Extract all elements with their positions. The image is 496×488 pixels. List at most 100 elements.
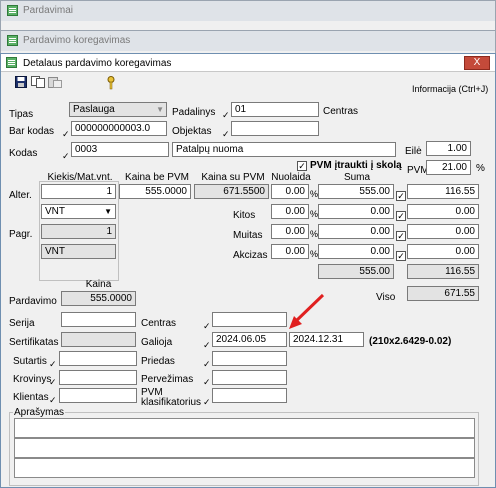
krovinys-label: Krovinys xyxy=(13,374,52,385)
alter-kaina-su-value: 671.5500 xyxy=(194,184,269,199)
muitas-pvm-checkbox[interactable]: ✓ xyxy=(396,231,406,241)
check-icon: ✓ xyxy=(203,359,211,369)
galioja-to-input[interactable]: 2024.12.31 xyxy=(289,332,364,347)
kitos-suma-input[interactable]: 0.00 xyxy=(318,204,394,219)
close-button[interactable]: X xyxy=(464,56,490,70)
pvm-itraukti-checkbox[interactable]: ✓ xyxy=(297,161,307,171)
check-icon: ✓ xyxy=(49,395,57,405)
total-suma-value: 555.00 xyxy=(318,264,394,279)
kitos-pvm-input[interactable]: 0.00 xyxy=(407,204,479,219)
pvm-klasifikatorius-input[interactable] xyxy=(212,388,287,403)
kitos-pvm-checkbox[interactable]: ✓ xyxy=(396,211,406,221)
klientas-input[interactable] xyxy=(59,388,137,403)
alter-kiekis-input[interactable]: 1 xyxy=(41,184,116,199)
header-nuolaida: Nuolaida xyxy=(271,172,311,183)
pvm-klasifikatorius-label-line2: klasifikatorius xyxy=(141,397,202,408)
percent-sign: % xyxy=(310,229,319,239)
window-app-icon xyxy=(6,57,17,68)
alter-nuolaida-input[interactable]: 0.00 xyxy=(271,184,309,199)
muitas-input[interactable]: 0.00 xyxy=(271,224,309,239)
copy-icon[interactable] xyxy=(31,76,45,88)
info-shortcut-label[interactable]: Informacija (Ctrl+J) xyxy=(412,84,488,94)
kodas-name-input[interactable]: Patalpų nuoma xyxy=(172,142,396,157)
alter-suma-input[interactable]: 555.00 xyxy=(318,184,394,199)
sutartis-label: Sutartis xyxy=(13,356,47,367)
akcizas-suma-input[interactable]: 0.00 xyxy=(318,244,394,259)
klientas-label: Klientas xyxy=(13,392,49,403)
aprasymas-line-2[interactable] xyxy=(14,438,475,458)
check-icon: ✓ xyxy=(203,397,211,407)
akcizas-pvm-checkbox[interactable]: ✓ xyxy=(396,251,406,261)
background-titlebar: Pardavimo koregavimas xyxy=(1,31,495,51)
pervezimas-label: Pervežimas xyxy=(141,374,194,385)
percent-sign: % xyxy=(310,249,319,259)
paste-icon[interactable] xyxy=(48,76,62,88)
header-suma: Suma xyxy=(343,172,371,183)
serija-input[interactable] xyxy=(61,312,136,327)
save-icon[interactable] xyxy=(15,76,27,88)
key-icon[interactable] xyxy=(107,76,115,90)
sertifikatas-input[interactable] xyxy=(61,332,136,347)
sutartis-input[interactable] xyxy=(59,351,137,366)
padalinys-input[interactable]: 01 xyxy=(231,102,319,117)
aprasymas-line-1[interactable] xyxy=(14,418,475,438)
eile-label: Eilė xyxy=(405,146,422,157)
check-icon: ✓ xyxy=(203,340,211,350)
aprasymas-label: Aprašymas xyxy=(13,407,66,418)
check-icon: ✓ xyxy=(203,377,211,387)
background-window-title: Pardavimai xyxy=(23,5,74,16)
padalinys-label: Padalinys xyxy=(172,107,216,118)
kodas-label: Kodas xyxy=(9,148,38,159)
tipas-value: Paslauga xyxy=(73,104,115,115)
check-icon: ✓ xyxy=(222,110,230,120)
centras-label: Centras xyxy=(141,318,177,329)
viso-label: Viso xyxy=(376,292,396,303)
eile-input[interactable]: 1.00 xyxy=(426,141,471,156)
chevron-down-icon: ▼ xyxy=(156,105,164,114)
akcizas-pvm-input[interactable]: 0.00 xyxy=(407,244,479,259)
dialog-title: Detalaus pardavimo koregavimas xyxy=(23,58,172,69)
aprasymas-line-3[interactable] xyxy=(14,458,475,478)
tipas-select[interactable]: Paslauga ▼ xyxy=(69,102,167,117)
kaina-header: Kaina xyxy=(85,279,112,290)
background-titlebar: Pardavimai xyxy=(1,1,495,21)
serija-label: Serija xyxy=(9,318,35,329)
pagr-kiekis-value: 1 xyxy=(41,224,116,239)
akcizas-label: Akcizas xyxy=(233,250,268,261)
background-window-title: Pardavimo koregavimas xyxy=(23,35,131,46)
priedas-input[interactable] xyxy=(212,351,287,366)
unit-select-value: VNT xyxy=(45,206,65,217)
sertifikatas-label: Sertifikatas xyxy=(9,337,59,348)
alter-pvm-input[interactable]: 116.55 xyxy=(407,184,479,199)
total-pvm-value: 116.55 xyxy=(407,264,479,279)
muitas-suma-input[interactable]: 0.00 xyxy=(318,224,394,239)
barkodas-label: Bar kodas xyxy=(9,126,55,137)
alter-kaina-be-input[interactable]: 555.0000 xyxy=(119,184,191,199)
alter-label: Alter. xyxy=(9,190,32,201)
unit-select[interactable]: VNT ▼ xyxy=(41,204,116,219)
pardavimo-label: Pardavimo xyxy=(9,296,57,307)
check-icon: ✓ xyxy=(203,321,211,331)
check-icon: ✓ xyxy=(62,129,70,139)
alter-pvm-checkbox[interactable]: ✓ xyxy=(396,191,406,201)
kodas-input[interactable]: 0003 xyxy=(71,142,169,157)
kitos-input[interactable]: 0.00 xyxy=(271,204,309,219)
objektas-input[interactable] xyxy=(231,121,319,136)
check-icon: ✓ xyxy=(49,377,57,387)
muitas-pvm-input[interactable]: 0.00 xyxy=(407,224,479,239)
krovinys-input[interactable] xyxy=(59,370,137,385)
galioja-from-input[interactable]: 2024.06.05 xyxy=(212,332,287,347)
muitas-label: Muitas xyxy=(233,230,263,241)
padalinys-name: Centras xyxy=(323,106,359,117)
galioja-label: Galioja xyxy=(141,337,173,348)
percent-sign: % xyxy=(310,189,319,199)
kitos-label: Kitos xyxy=(233,210,256,221)
header-kaina-su: Kaina su PVM xyxy=(201,172,265,183)
akcizas-input[interactable]: 0.00 xyxy=(271,244,309,259)
detail-dialog: Detalaus pardavimo koregavimas X Informa… xyxy=(0,53,496,488)
barkodas-input[interactable]: 000000000003.0 xyxy=(71,121,167,136)
centras-input[interactable] xyxy=(212,312,287,327)
percent-sign: % xyxy=(310,209,319,219)
pvm-input[interactable]: 21.00 xyxy=(426,160,471,175)
pervezimas-input[interactable] xyxy=(212,370,287,385)
